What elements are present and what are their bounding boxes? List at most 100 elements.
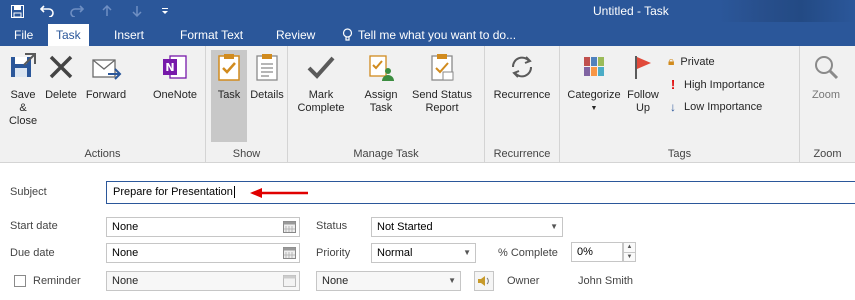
- calendar-icon[interactable]: [283, 275, 296, 287]
- reminder-checkbox[interactable]: [14, 275, 26, 287]
- spin-up-icon[interactable]: ▲: [624, 243, 635, 252]
- priority-label: Priority: [316, 247, 351, 259]
- low-importance-button[interactable]: ↓ Low Importance: [668, 100, 762, 114]
- details-button[interactable]: Details: [249, 50, 285, 102]
- task-view-icon: [212, 50, 246, 84]
- spin-down-icon[interactable]: ▼: [624, 252, 635, 262]
- assign-task-icon: [364, 50, 398, 84]
- exclamation-icon: !: [670, 77, 676, 92]
- text-cursor: [233, 186, 235, 198]
- undo-icon[interactable]: [36, 0, 58, 22]
- details-icon: [250, 50, 284, 84]
- high-importance-button[interactable]: ! High Importance: [668, 77, 765, 92]
- down-arrow-icon: ↓: [670, 100, 676, 114]
- assign-task-button[interactable]: Assign Task: [360, 50, 402, 115]
- calendar-icon[interactable]: [283, 247, 296, 259]
- details-label: Details: [250, 89, 284, 101]
- reminder-date-field[interactable]: None: [106, 271, 300, 291]
- zoom-label: Zoom: [811, 89, 841, 101]
- forward-icon: [89, 50, 123, 84]
- send-status-report-button[interactable]: Send Status Report: [410, 50, 474, 115]
- tab-review[interactable]: Review: [268, 24, 323, 46]
- save-icon[interactable]: [6, 0, 28, 22]
- subject-input[interactable]: Prepare for Presentation: [106, 181, 855, 204]
- send-status-label-2: Report: [425, 102, 459, 114]
- flag-icon: [626, 50, 660, 84]
- status-select[interactable]: Not Started ▼: [371, 217, 563, 237]
- private-button[interactable]: 🔒︎ Private: [668, 54, 715, 69]
- priority-value: Normal: [377, 247, 413, 259]
- status-label: Status: [316, 220, 348, 232]
- sound-icon[interactable]: [474, 271, 494, 291]
- status-report-icon: [425, 50, 459, 84]
- delete-label: Delete: [45, 89, 77, 101]
- forward-label: Forward: [85, 89, 127, 101]
- tell-me-box[interactable]: Tell me what you want to do...: [342, 24, 516, 46]
- delete-button[interactable]: Delete: [42, 50, 80, 102]
- subject-value: Prepare for Presentation: [113, 186, 233, 198]
- forward-button[interactable]: Forward: [82, 50, 130, 102]
- onenote-icon: N: [158, 50, 192, 84]
- chevron-down-icon: ▼: [550, 222, 558, 231]
- checkmark-icon: [304, 50, 338, 84]
- percent-complete-field[interactable]: 0%: [571, 242, 623, 262]
- window-controls-blurred: [720, 0, 855, 22]
- customize-icon[interactable]: [154, 0, 176, 22]
- percent-complete-label: % Complete: [498, 247, 558, 259]
- task-view-button[interactable]: Task: [211, 50, 247, 142]
- group-label-manage-task: Manage Task: [353, 148, 419, 160]
- group-actions: Save & Close Delete Forward N OneNote Ac…: [0, 46, 206, 163]
- magnifier-icon: [809, 50, 843, 84]
- recurrence-button[interactable]: Recurrence: [489, 50, 555, 102]
- tab-file[interactable]: File: [6, 24, 41, 46]
- private-label: Private: [680, 55, 715, 68]
- ribbon-tabs: File Task Insert Format Text Review Tell…: [0, 22, 855, 46]
- red-arrow-annotation: [250, 188, 308, 198]
- group-label-zoom: Zoom: [813, 148, 842, 160]
- chevron-down-icon: ▼: [448, 276, 456, 285]
- mark-complete-label-1: Mark: [308, 89, 334, 101]
- title-bar: Untitled - Task: [0, 0, 855, 22]
- start-date-field[interactable]: None: [106, 217, 300, 237]
- save-close-icon: [6, 50, 40, 84]
- categorize-icon: [577, 50, 611, 84]
- recurrence-label: Recurrence: [493, 89, 551, 101]
- follow-up-button[interactable]: Follow Up: [626, 50, 660, 115]
- tab-format-text[interactable]: Format Text: [172, 24, 251, 46]
- due-date-value: None: [112, 247, 139, 259]
- status-value: Not Started: [377, 221, 433, 233]
- recurrence-icon: [505, 50, 539, 84]
- up-icon[interactable]: [96, 0, 118, 22]
- group-manage-task: Mark Complete Assign Task Send Status Re…: [288, 46, 485, 163]
- priority-select[interactable]: Normal ▼: [371, 243, 476, 263]
- tab-task[interactable]: Task: [48, 24, 89, 46]
- group-recurrence: Recurrence Recurrence: [485, 46, 560, 163]
- window-title: Untitled - Task: [593, 4, 669, 18]
- redo-icon[interactable]: [66, 0, 88, 22]
- due-date-field[interactable]: None: [106, 243, 300, 263]
- tab-insert[interactable]: Insert: [106, 24, 152, 46]
- subject-label: Subject: [10, 186, 47, 198]
- lightbulb-icon: [342, 28, 353, 41]
- categorize-dropdown-icon: ▼: [590, 105, 598, 112]
- assign-task-label-2: Task: [369, 102, 393, 114]
- save-close-label-2: Close: [8, 115, 38, 127]
- owner-label: Owner: [507, 275, 540, 287]
- percent-spinner[interactable]: ▲ ▼: [623, 242, 636, 262]
- reminder-label: Reminder: [33, 275, 81, 287]
- categorize-button[interactable]: Categorize ▼: [564, 50, 624, 115]
- zoom-button[interactable]: Zoom: [806, 50, 846, 102]
- group-label-actions: Actions: [84, 148, 121, 160]
- mark-complete-label-2: Complete: [297, 102, 345, 114]
- calendar-icon[interactable]: [283, 221, 296, 233]
- owner-value: John Smith: [578, 275, 634, 287]
- reminder-time-select[interactable]: None ▼: [316, 271, 461, 291]
- svg-text:N: N: [165, 61, 174, 74]
- group-label-show: Show: [232, 148, 261, 160]
- onenote-button[interactable]: N OneNote: [148, 50, 202, 102]
- mark-complete-button[interactable]: Mark Complete: [296, 50, 346, 115]
- down-icon[interactable]: [126, 0, 148, 22]
- task-view-label: Task: [217, 89, 241, 101]
- save-close-label-1: Save &: [10, 89, 36, 114]
- save-close-button[interactable]: Save & Close: [6, 50, 40, 128]
